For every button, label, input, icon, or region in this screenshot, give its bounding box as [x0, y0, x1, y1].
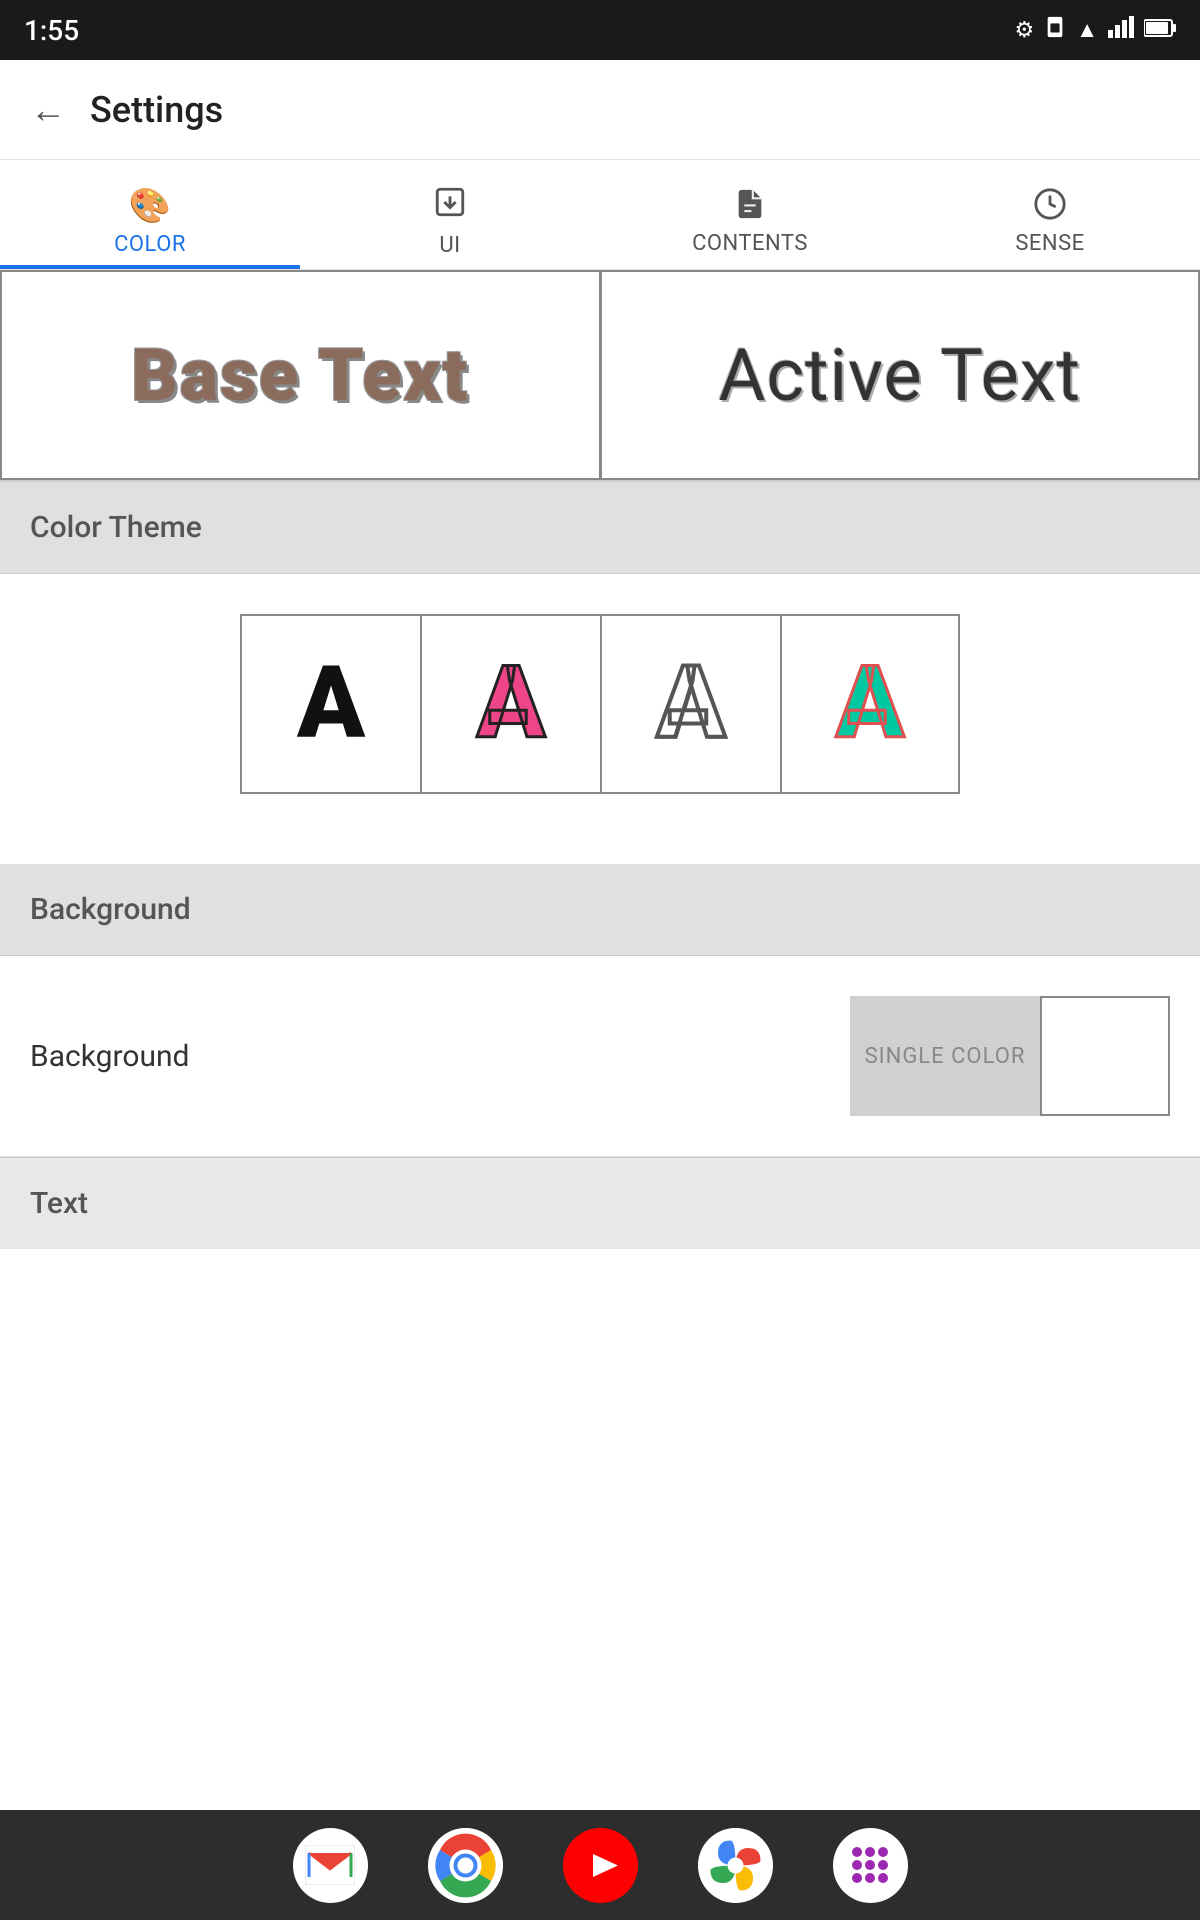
ui-tab-label: UI — [439, 233, 460, 258]
theme-outline-letter: A — [657, 654, 725, 754]
youtube-nav-button[interactable] — [563, 1828, 638, 1903]
back-button[interactable]: ← — [30, 89, 66, 131]
battery-icon — [1144, 18, 1176, 43]
tab-contents[interactable]: CONTENTS — [600, 160, 900, 269]
page-title: Settings — [90, 89, 223, 131]
background-section-header: Background — [0, 864, 1200, 955]
background-options: SINGLE COLOR — [850, 996, 1170, 1116]
contents-tab-label: CONTENTS — [692, 231, 808, 256]
tab-color[interactable]: 🎨 COLOR — [0, 160, 300, 269]
single-color-label: SINGLE COLOR — [865, 1044, 1026, 1069]
theme-black-letter: A — [297, 654, 365, 754]
photos-nav-button[interactable] — [698, 1828, 773, 1903]
active-text-card[interactable]: Active Text — [600, 270, 1200, 480]
chrome-nav-button[interactable] — [428, 1828, 503, 1903]
status-icons: ⚙ ▲ — [1014, 16, 1176, 44]
apps-nav-button[interactable] — [833, 1828, 908, 1903]
background-row: Background SINGLE COLOR — [0, 956, 1200, 1157]
bottom-nav — [0, 1810, 1200, 1920]
text-section-title: Text — [30, 1186, 88, 1221]
theme-options: A A A A — [0, 574, 1200, 834]
color-tab-icon: 🎨 — [129, 186, 171, 226]
spacer-1 — [0, 834, 1200, 864]
active-text-preview: Active Text — [718, 333, 1081, 418]
gmail-nav-button[interactable] — [293, 1828, 368, 1903]
wifi-icon: ▲ — [1076, 17, 1098, 43]
white-color-option[interactable] — [1040, 996, 1170, 1116]
tabs-bar: 🎨 COLOR UI CONTENTS — [0, 160, 1200, 270]
theme-option-outline[interactable]: A — [600, 614, 780, 794]
top-bar: ← Settings — [0, 60, 1200, 160]
base-text-preview: Base Text — [131, 333, 469, 418]
settings-status-icon: ⚙ — [1014, 18, 1034, 43]
sense-tab-icon — [1033, 187, 1067, 225]
sense-tab-label: SENSE — [1015, 231, 1084, 256]
preview-row: Base Text Active Text — [0, 270, 1200, 482]
color-theme-title: Color Theme — [30, 510, 202, 545]
theme-teal-letter: A — [836, 654, 904, 754]
status-bar: 1:55 ⚙ ▲ — [0, 0, 1200, 60]
base-text-card[interactable]: Base Text — [0, 270, 600, 480]
contents-tab-icon — [733, 187, 767, 225]
tab-ui[interactable]: UI — [300, 160, 600, 269]
theme-option-pink[interactable]: A — [420, 614, 600, 794]
single-color-option[interactable]: SINGLE COLOR — [850, 996, 1040, 1116]
sim-status-icon — [1044, 16, 1066, 44]
color-tab-label: COLOR — [114, 232, 186, 257]
ui-tab-icon — [433, 185, 467, 227]
signal-icon — [1108, 16, 1134, 44]
background-label: Background — [30, 1039, 189, 1074]
tab-sense[interactable]: SENSE — [900, 160, 1200, 269]
color-theme-section-header: Color Theme — [0, 482, 1200, 573]
status-time: 1:55 — [24, 14, 79, 47]
text-section-header: Text — [0, 1158, 1200, 1249]
theme-option-teal[interactable]: A — [780, 614, 960, 794]
theme-pink-letter: A — [477, 654, 545, 754]
background-title: Background — [30, 892, 191, 927]
theme-option-black[interactable]: A — [240, 614, 420, 794]
